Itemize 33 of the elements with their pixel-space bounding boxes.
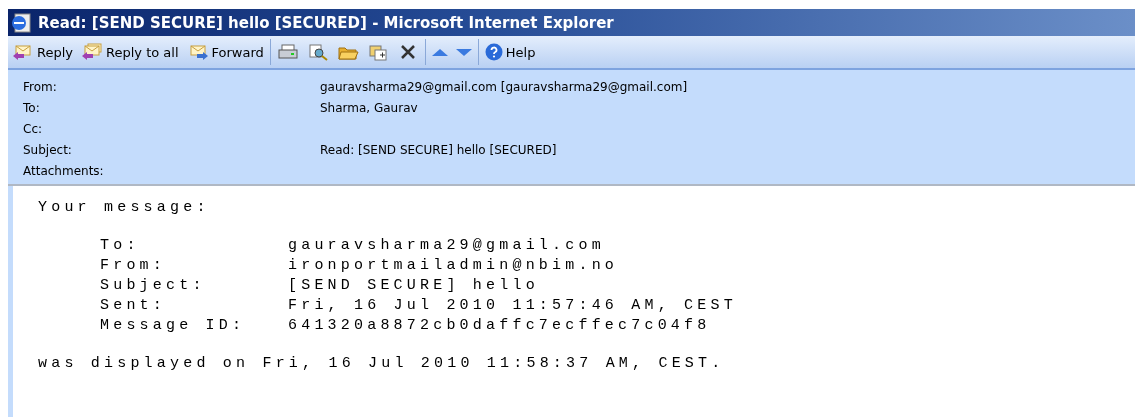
search-icon xyxy=(306,43,329,61)
field-value: Sharma, Gaurav xyxy=(320,100,419,117)
reply-button[interactable]: Reply xyxy=(8,38,77,66)
field-label: Message ID: xyxy=(100,316,247,336)
field-value: [SEND SECURE] hello xyxy=(288,276,540,296)
reply-icon xyxy=(12,43,34,61)
field-value: Fri, 16 Jul 2010 11:57:46 AM, CEST xyxy=(288,296,737,316)
printer-icon xyxy=(276,43,299,61)
field-label: From: xyxy=(100,256,167,276)
down-arrow-icon xyxy=(455,48,472,56)
field-label: Cc: xyxy=(23,121,44,138)
field-label: To: xyxy=(23,100,41,117)
field-label: Subject: xyxy=(100,276,207,296)
window-title: Read: [SEND SECURE] hello [SECURED] - Microsoft Internet Explorer xyxy=(38,13,614,32)
forward-button[interactable]: Forward xyxy=(182,38,268,66)
field-label: Subject: xyxy=(23,142,73,159)
field-value: gauravsharma29@gmail.com [gauravsharma29@gmail.com] xyxy=(320,79,689,96)
reply-all-button[interactable]: Reply to all xyxy=(77,38,183,66)
field-label: From: xyxy=(23,79,58,96)
reply-all-icon xyxy=(81,43,103,61)
field-value: gauravsharma29@gmail.com xyxy=(288,236,606,256)
field-value: 641320a8872cb0daffc7ecffec7c04f8 xyxy=(288,316,712,336)
message-text: was displayed on Fri, 16 Jul 2010 11:58:37 AM, CEST. xyxy=(38,354,726,374)
message-text: Your message: xyxy=(38,198,211,218)
copy-folder-icon xyxy=(366,43,389,61)
field-value: Read: [SEND SECURE] hello [SECURED] xyxy=(320,142,558,159)
help-icon xyxy=(484,43,503,61)
field-label: To: xyxy=(100,236,141,256)
field-value: ironportmailadmin@nbim.no xyxy=(288,256,620,276)
up-arrow-icon xyxy=(431,48,448,56)
field-label: Attachments: xyxy=(23,163,105,180)
field-label: Sent: xyxy=(100,296,167,316)
help-button[interactable]: Help xyxy=(480,38,540,66)
